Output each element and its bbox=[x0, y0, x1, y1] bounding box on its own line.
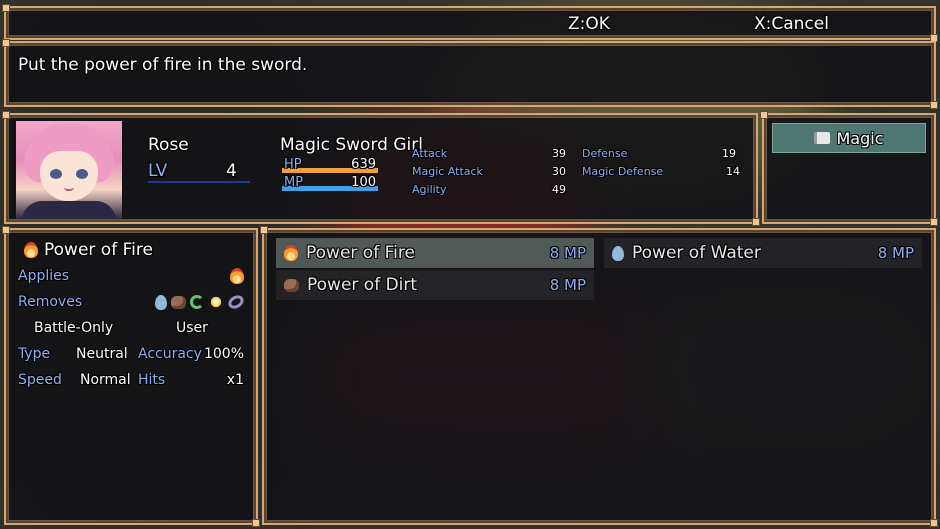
key-hint-bar: Z:OK X:Cancel bbox=[2, 4, 938, 42]
magic-command-button[interactable]: Magic bbox=[772, 123, 926, 153]
param-defense-label: Defense bbox=[582, 147, 628, 160]
wind-icon bbox=[190, 295, 204, 309]
hp-label: HP bbox=[284, 157, 302, 172]
magic-command-label: Magic bbox=[836, 128, 884, 148]
param-attack-value: 39 bbox=[552, 147, 566, 160]
occasion-value: Battle-Only bbox=[34, 320, 114, 336]
param-attack-label: Attack bbox=[412, 147, 448, 160]
level-value: 4 bbox=[226, 161, 237, 181]
skill-name: Power of Water bbox=[632, 243, 761, 263]
dirt-icon bbox=[284, 278, 299, 292]
skill-item-power-of-fire[interactable]: Power of Fire 8 MP bbox=[276, 238, 594, 268]
actor-name: Rose bbox=[148, 135, 189, 155]
skill-cost: 8 MP bbox=[549, 276, 586, 294]
applies-icons bbox=[230, 268, 244, 284]
fire-icon bbox=[230, 268, 244, 284]
param-magic-attack-value: 30 bbox=[552, 165, 566, 178]
ok-key-hint[interactable]: Z:OK bbox=[568, 14, 610, 34]
water-icon bbox=[155, 294, 167, 310]
skill-cost: 8 MP bbox=[549, 244, 586, 262]
param-defense-value: 19 bbox=[722, 147, 736, 160]
mp-value: 100 bbox=[351, 175, 376, 190]
hits-label: Hits bbox=[138, 372, 166, 388]
skill-list-window: Power of Fire 8 MP Power of Water 8 MP P… bbox=[260, 226, 938, 527]
type-label: Type bbox=[18, 346, 51, 362]
mp-gauge: MP 100 bbox=[282, 175, 378, 193]
speed-label: Speed bbox=[18, 372, 62, 388]
speed-value: Normal bbox=[80, 372, 131, 388]
skill-item-power-of-water[interactable]: Power of Water 8 MP bbox=[604, 238, 922, 268]
param-magic-attack-label: Magic Attack bbox=[412, 165, 483, 178]
param-magic-defense-label: Magic Defense bbox=[582, 165, 664, 178]
ring-icon bbox=[226, 292, 246, 312]
param-agility-label: Agility bbox=[412, 183, 447, 196]
help-window: Put the power of fire in the sword. bbox=[2, 39, 938, 109]
removes-icons bbox=[155, 292, 246, 312]
removes-label: Removes bbox=[18, 294, 83, 310]
skill-detail-window: Power of Fire Applies Removes Battle-Onl… bbox=[2, 226, 260, 527]
level-underline bbox=[148, 181, 250, 183]
actor-status-window: Rose LV 4 Magic Sword Girl HP 639 MP 100… bbox=[2, 111, 760, 226]
hp-value: 639 bbox=[351, 157, 376, 172]
dirt-icon bbox=[171, 295, 186, 309]
actor-face-portrait bbox=[16, 121, 122, 219]
book-icon bbox=[814, 132, 831, 144]
lightning-icon bbox=[208, 294, 224, 310]
skill-detail-title: Power of Fire bbox=[24, 240, 153, 260]
hp-gauge: HP 639 bbox=[282, 157, 378, 175]
skill-name: Power of Fire bbox=[306, 243, 415, 263]
accuracy-value: 100% bbox=[203, 346, 244, 362]
applies-label: Applies bbox=[18, 268, 70, 284]
fire-icon bbox=[284, 245, 298, 261]
skill-item-power-of-dirt[interactable]: Power of Dirt 8 MP bbox=[276, 270, 594, 300]
skill-cost: 8 MP bbox=[877, 244, 914, 262]
level-label: LV bbox=[148, 161, 168, 181]
param-magic-defense-value: 14 bbox=[726, 165, 740, 178]
help-text: Put the power of fire in the sword. bbox=[18, 55, 308, 75]
skill-detail-name: Power of Fire bbox=[44, 240, 153, 260]
param-agility-value: 49 bbox=[552, 183, 566, 196]
cancel-key-hint[interactable]: X:Cancel bbox=[754, 14, 829, 34]
water-icon bbox=[612, 245, 624, 261]
hits-value: x1 bbox=[226, 372, 244, 388]
skill-name: Power of Dirt bbox=[307, 275, 418, 295]
accuracy-label: Accuracy bbox=[138, 346, 202, 362]
actor-class: Magic Sword Girl bbox=[280, 135, 423, 155]
type-value: Neutral bbox=[76, 346, 128, 362]
fire-icon bbox=[24, 242, 38, 258]
scope-value: User bbox=[176, 320, 208, 336]
mp-label: MP bbox=[284, 175, 304, 190]
skill-type-command-window: Magic bbox=[760, 111, 938, 226]
